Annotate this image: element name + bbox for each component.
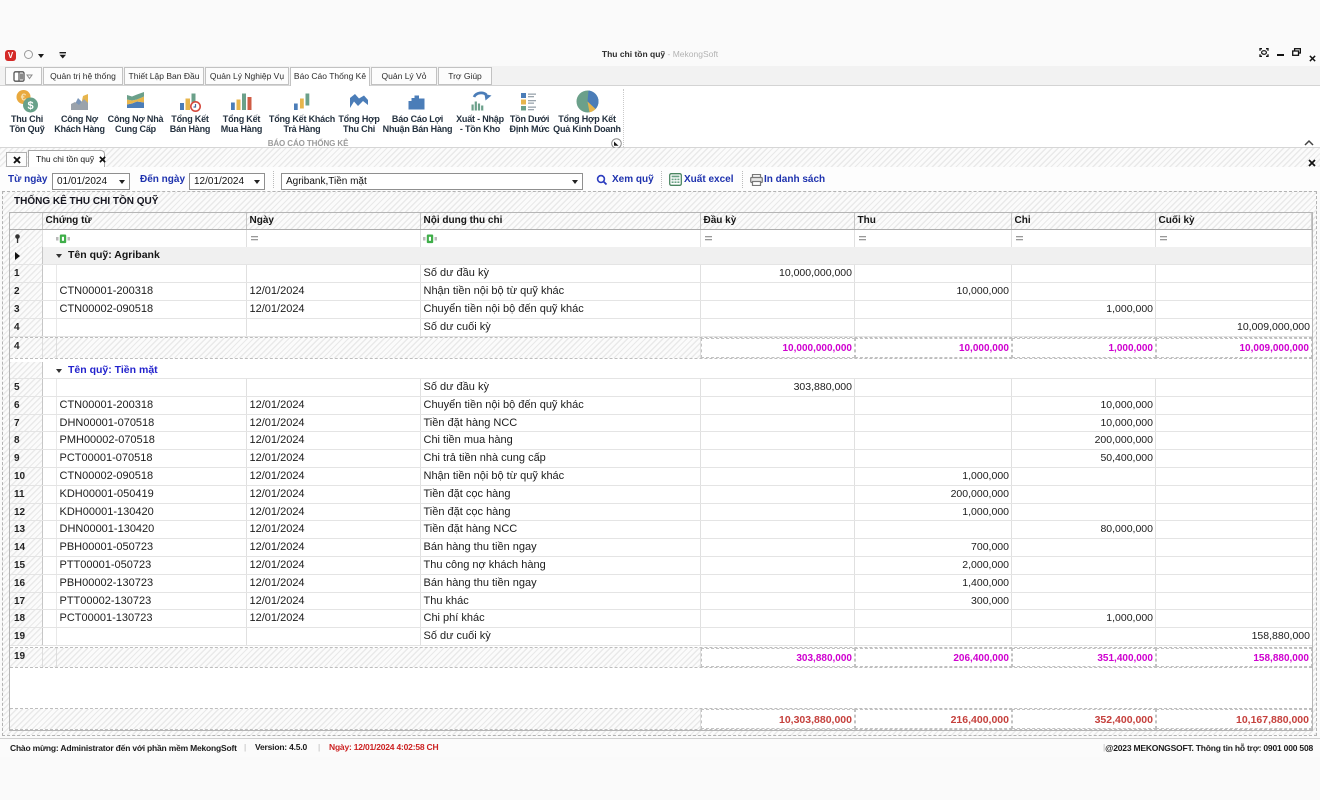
svg-text:$: $ — [27, 100, 33, 112]
